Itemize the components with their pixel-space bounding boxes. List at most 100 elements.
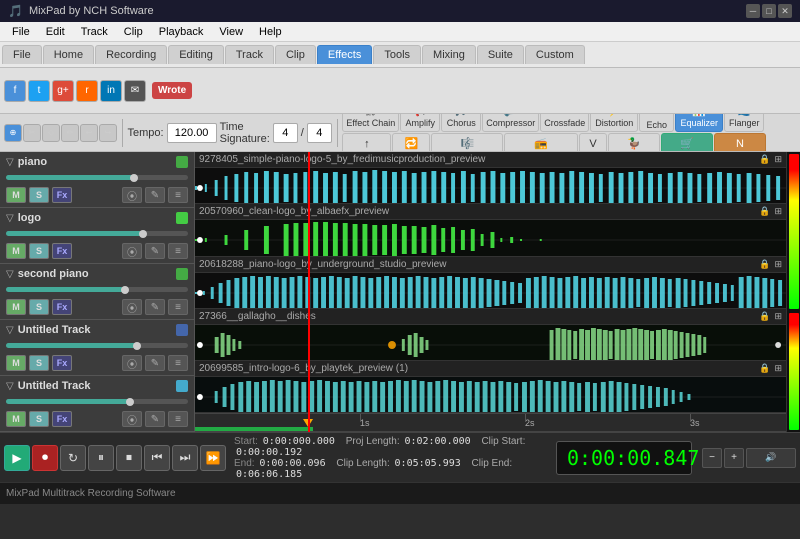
pitch-btn[interactable]: 🎼Pitch Correction (431, 133, 503, 152)
crossfade-btn[interactable]: ↔Crossfade (540, 114, 589, 132)
flanger-btn[interactable]: 🌊Flanger (724, 114, 764, 132)
skip-end-button[interactable]: ⏭ (172, 445, 198, 471)
zoom-plus[interactable]: + (724, 448, 744, 468)
mute-btn-piano[interactable]: M (6, 187, 26, 203)
effect-chain-btn[interactable]: ⛓Effect Chain (342, 114, 399, 132)
volume-ctrl[interactable]: 🔊 (746, 448, 796, 468)
solo-btn-second[interactable]: S (29, 299, 49, 315)
track-lane-logo[interactable]: 20570960_clean-logo_by_albaefx_preview 🔒… (195, 204, 786, 256)
time-sig-num[interactable] (273, 123, 298, 143)
settings-btn-piano[interactable]: ✎ (145, 187, 165, 203)
tab-clip[interactable]: Clip (275, 45, 316, 64)
arm-btn-logo[interactable]: ⦿ (122, 243, 142, 259)
arm-btn-piano[interactable]: ⦿ (122, 187, 142, 203)
solo-btn-logo[interactable]: S (29, 243, 49, 259)
highpass-btn[interactable]: ↑High Pass (342, 133, 391, 152)
menu-item-view[interactable]: View (211, 24, 251, 40)
amplify-btn[interactable]: 📢Amplify (400, 114, 440, 132)
stop-button[interactable]: ⏹ (116, 445, 142, 471)
expand-icon-second[interactable]: ⊞ (774, 259, 782, 270)
track-collapse-logo[interactable]: ▽ (6, 213, 14, 224)
toolbar-icon-1[interactable]: f (4, 80, 26, 102)
track-volume-second[interactable] (6, 287, 188, 292)
buy-online-btn[interactable]: 🛒Buy Online (661, 133, 713, 152)
expand-icon-untitled1[interactable]: ⊞ (774, 311, 782, 322)
toolbar-icon-6[interactable]: ✉ (124, 80, 146, 102)
tab-file[interactable]: File (2, 45, 42, 64)
menu-item-help[interactable]: Help (251, 24, 290, 40)
fx-btn-untitled1[interactable]: Fx (52, 355, 72, 371)
track-lane-untitled1[interactable]: 27366__gallagho__dishes 🔒 ⊞ (195, 309, 786, 361)
solo-btn-untitled2[interactable]: S (29, 411, 49, 427)
pause-button[interactable]: ⏸ (88, 445, 114, 471)
solo-btn-piano[interactable]: S (29, 187, 49, 203)
waveform-piano[interactable] (195, 168, 786, 204)
echo-btn[interactable]: 〰Echo (639, 114, 674, 132)
waveform-untitled2[interactable] (195, 377, 786, 413)
time-sig-den[interactable] (307, 123, 332, 143)
tab-effects[interactable]: Effects (317, 45, 372, 64)
menu-btn-piano[interactable]: ≡ (168, 187, 188, 203)
settings-btn-untitled2[interactable]: ✎ (145, 411, 165, 427)
arm-btn-untitled2[interactable]: ⦿ (122, 411, 142, 427)
distortion-btn[interactable]: ⚡Distortion (590, 114, 638, 132)
surround-btn[interactable]: 📻Surround Sound (504, 133, 578, 152)
minimize-button[interactable]: ─ (746, 4, 760, 18)
zoom-minus[interactable]: − (702, 448, 722, 468)
small-icon-5[interactable]: ↩ (80, 124, 98, 142)
toolbar-icon-5[interactable]: in (100, 80, 122, 102)
fx-btn-logo[interactable]: Fx (52, 243, 72, 259)
autoduck-btn[interactable]: 🦆Auto Duck (608, 133, 660, 152)
track-lane-second[interactable]: 20618288_piano-logo_by_underground_studi… (195, 257, 786, 309)
compressor-btn[interactable]: 🔊Compressor (482, 114, 539, 132)
track-volume-logo[interactable] (6, 231, 188, 236)
reverb-btn[interactable]: 🔁Reverb (392, 133, 430, 152)
mute-btn-untitled2[interactable]: M (6, 411, 26, 427)
track-lane-piano[interactable]: 9278405_simple-piano-logo-5_by_fredimusi… (195, 152, 786, 204)
settings-btn-untitled1[interactable]: ✎ (145, 355, 165, 371)
menu-btn-logo[interactable]: ≡ (168, 243, 188, 259)
menu-item-file[interactable]: File (4, 24, 38, 40)
timeline-ruler[interactable]: 1s 2s 3s (195, 413, 786, 432)
menu-btn-untitled1[interactable]: ≡ (168, 355, 188, 371)
track-lane-untitled2[interactable]: 20699585_intro-logo-6_by_playtek_preview… (195, 361, 786, 413)
toolbar-icon-3[interactable]: g+ (52, 80, 74, 102)
menu-item-track[interactable]: Track (73, 24, 116, 40)
tempo-input[interactable] (167, 123, 217, 143)
arm-btn-second[interactable]: ⦿ (122, 299, 142, 315)
small-icon-1[interactable]: ⊕ (4, 124, 22, 142)
track-collapse-untitled1[interactable]: ▽ (6, 325, 14, 336)
expand-icon-piano[interactable]: ⊞ (774, 154, 782, 165)
tab-recording[interactable]: Recording (95, 45, 167, 64)
tab-track[interactable]: Track (225, 45, 274, 64)
solo-btn-untitled1[interactable]: S (29, 355, 49, 371)
fx-btn-second[interactable]: Fx (52, 299, 72, 315)
arm-btn-untitled1[interactable]: ⦿ (122, 355, 142, 371)
loop-button[interactable]: ↻ (60, 445, 86, 471)
track-collapse-untitled2[interactable]: ▽ (6, 381, 14, 392)
small-icon-3[interactable]: ⬦ (42, 124, 60, 142)
tab-home[interactable]: Home (43, 45, 94, 64)
toolbar-icon-4[interactable]: r (76, 80, 98, 102)
mute-btn-untitled1[interactable]: M (6, 355, 26, 371)
maximize-button[interactable]: □ (762, 4, 776, 18)
close-button[interactable]: ✕ (778, 4, 792, 18)
menu-btn-second[interactable]: ≡ (168, 299, 188, 315)
track-collapse-piano[interactable]: ▽ (6, 157, 14, 168)
small-icon-6[interactable]: ↪ (99, 124, 117, 142)
waveform-untitled1[interactable] (195, 325, 786, 361)
toolbar-icon-2[interactable]: t (28, 80, 50, 102)
menu-item-edit[interactable]: Edit (38, 24, 73, 40)
menu-btn-untitled2[interactable]: ≡ (168, 411, 188, 427)
fx-btn-piano[interactable]: Fx (52, 187, 72, 203)
track-volume-piano[interactable] (6, 175, 188, 180)
tab-tools[interactable]: Tools (373, 45, 421, 64)
skip-start-button[interactable]: ⏮ (144, 445, 170, 471)
vst-btn[interactable]: VVST (579, 133, 607, 152)
tab-mixing[interactable]: Mixing (422, 45, 476, 64)
settings-btn-logo[interactable]: ✎ (145, 243, 165, 259)
tab-custom[interactable]: Custom (525, 45, 585, 64)
waveform-logo[interactable] (195, 220, 786, 256)
track-collapse-second[interactable]: ▽ (6, 269, 14, 280)
menu-item-playback[interactable]: Playback (151, 24, 212, 40)
